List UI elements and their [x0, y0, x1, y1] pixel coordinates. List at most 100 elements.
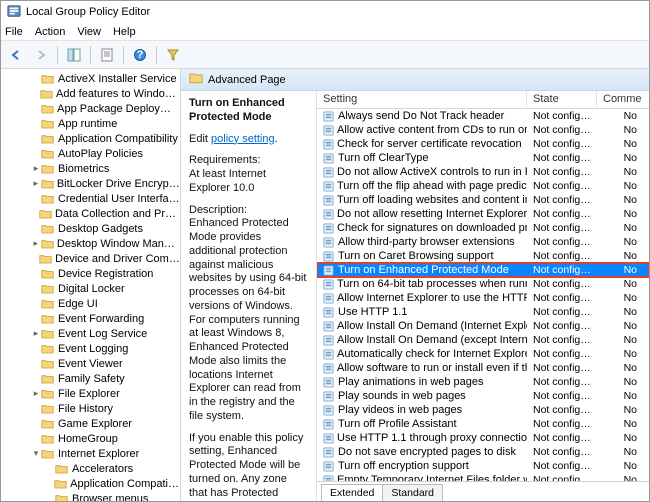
- setting-row[interactable]: Turn off ClearTypeNot configuredNo: [317, 151, 649, 165]
- tree-item[interactable]: Data Collection and Preview Bui: [3, 206, 180, 221]
- tab-extended[interactable]: Extended: [321, 484, 383, 501]
- col-state[interactable]: State: [527, 91, 597, 108]
- folder-icon: [189, 72, 203, 87]
- tree-item-label: Event Logging: [58, 343, 128, 355]
- setting-row[interactable]: Check for signatures on downloaded progr…: [317, 221, 649, 235]
- twisty-icon[interactable]: ▸: [31, 328, 41, 339]
- filter-button[interactable]: [162, 44, 184, 66]
- tree-item[interactable]: Event Logging: [3, 341, 180, 356]
- setting-name: Automatically check for Internet Explore…: [337, 348, 527, 360]
- tree-item[interactable]: Event Forwarding: [3, 311, 180, 326]
- twisty-icon[interactable]: ▸: [31, 238, 41, 249]
- menu-view[interactable]: View: [77, 26, 101, 38]
- tree-item[interactable]: Add features to Windows 10: [3, 86, 180, 101]
- setting-row[interactable]: Do not save encrypted pages to diskNot c…: [317, 445, 649, 459]
- setting-icon: [323, 125, 334, 136]
- setting-row[interactable]: Allow Internet Explorer to use the HTTP2…: [317, 291, 649, 305]
- tree-item[interactable]: Device Registration: [3, 266, 180, 281]
- setting-row[interactable]: Automatically check for Internet Explore…: [317, 347, 649, 361]
- setting-row[interactable]: Allow software to run or install even if…: [317, 361, 649, 375]
- setting-comment: No: [597, 138, 649, 150]
- setting-icon: [323, 167, 334, 178]
- tree-item[interactable]: HomeGroup: [3, 431, 180, 446]
- folder-icon: [41, 133, 55, 145]
- setting-row[interactable]: Allow Install On Demand (Internet Explor…: [317, 319, 649, 333]
- setting-row[interactable]: Use HTTP 1.1 through proxy connectionsNo…: [317, 431, 649, 445]
- twisty-icon[interactable]: ▸: [31, 178, 41, 189]
- toggle-tree-button[interactable]: [63, 44, 85, 66]
- folder-icon: [41, 448, 55, 460]
- tree-item[interactable]: Game Explorer: [3, 416, 180, 431]
- setting-row[interactable]: Check for server certificate revocationN…: [317, 137, 649, 151]
- col-comment[interactable]: Comme: [597, 91, 649, 108]
- tree-item[interactable]: Application Compatibility: [3, 476, 180, 491]
- folder-icon: [41, 313, 55, 325]
- tree-item[interactable]: Edge UI: [3, 296, 180, 311]
- main-pane: Advanced Page Turn on Enhanced Protected…: [181, 69, 649, 501]
- setting-row[interactable]: Empty Temporary Internet Files folder wh…: [317, 473, 649, 481]
- tree-item[interactable]: File History: [3, 401, 180, 416]
- tree-item-label: Add features to Windows 10: [56, 88, 180, 100]
- tree-item[interactable]: ▸BitLocker Drive Encryption: [3, 176, 180, 191]
- tree-item[interactable]: Family Safety: [3, 371, 180, 386]
- properties-button[interactable]: [96, 44, 118, 66]
- setting-row[interactable]: Turn off loading websites and content in…: [317, 193, 649, 207]
- setting-row[interactable]: Always send Do Not Track headerNot confi…: [317, 109, 649, 123]
- setting-name: Turn off ClearType: [338, 152, 429, 164]
- help-button[interactable]: ?: [129, 44, 151, 66]
- menu-file[interactable]: File: [5, 26, 23, 38]
- tree-item[interactable]: ▸Event Log Service: [3, 326, 180, 341]
- tree-item[interactable]: Accelerators: [3, 461, 180, 476]
- tree-item[interactable]: App runtime: [3, 116, 180, 131]
- tree-item[interactable]: Digital Locker: [3, 281, 180, 296]
- nav-tree[interactable]: ActiveX Installer Service Add features to…: [1, 69, 181, 501]
- setting-row[interactable]: Turn off Profile AssistantNot configured…: [317, 417, 649, 431]
- edit-policy-link[interactable]: policy setting: [211, 133, 275, 145]
- window-title: Local Group Policy Editor: [26, 6, 150, 18]
- tree-item[interactable]: ActiveX Installer Service: [3, 71, 180, 86]
- setting-icon: [323, 279, 334, 290]
- tree-item[interactable]: ▾Internet Explorer: [3, 446, 180, 461]
- setting-row[interactable]: Allow third-party browser extensionsNot …: [317, 235, 649, 249]
- tree-item[interactable]: ▸File Explorer: [3, 386, 180, 401]
- setting-row[interactable]: Play videos in web pagesNot configuredNo: [317, 403, 649, 417]
- tree-item[interactable]: App Package Deployment: [3, 101, 180, 116]
- tree-item[interactable]: Device and Driver Compatibility: [3, 251, 180, 266]
- col-setting[interactable]: Setting: [317, 91, 527, 108]
- back-button[interactable]: [5, 44, 27, 66]
- setting-row[interactable]: Turn on Caret Browsing supportNot config…: [317, 249, 649, 263]
- setting-row[interactable]: Turn on 64-bit tab processes when runnin…: [317, 277, 649, 291]
- twisty-icon[interactable]: ▸: [31, 163, 41, 174]
- setting-row[interactable]: Turn off the flip ahead with page predic…: [317, 179, 649, 193]
- twisty-icon[interactable]: ▸: [31, 388, 41, 399]
- tree-item[interactable]: Application Compatibility: [3, 131, 180, 146]
- forward-button[interactable]: [30, 44, 52, 66]
- setting-row[interactable]: Allow active content from CDs to run on …: [317, 123, 649, 137]
- tree-item[interactable]: Desktop Gadgets: [3, 221, 180, 236]
- setting-state: Not configured: [527, 320, 597, 332]
- setting-name: Turn off the flip ahead with page predic…: [337, 180, 527, 192]
- setting-comment: No: [597, 278, 649, 290]
- setting-row[interactable]: Turn on Enhanced Protected ModeNot confi…: [317, 263, 649, 277]
- list-rows[interactable]: Always send Do Not Track headerNot confi…: [317, 109, 649, 481]
- setting-row[interactable]: Do not allow resetting Internet Explorer…: [317, 207, 649, 221]
- setting-comment: No: [597, 152, 649, 164]
- tree-item[interactable]: Event Viewer: [3, 356, 180, 371]
- tree-item[interactable]: Credential User Interface: [3, 191, 180, 206]
- twisty-icon[interactable]: ▾: [31, 448, 41, 459]
- setting-row[interactable]: Do not allow ActiveX controls to run in …: [317, 165, 649, 179]
- tree-item-label: App Package Deployment: [57, 103, 180, 115]
- tree-item[interactable]: AutoPlay Policies: [3, 146, 180, 161]
- setting-row[interactable]: Turn off encryption supportNot configure…: [317, 459, 649, 473]
- menu-action[interactable]: Action: [35, 26, 66, 38]
- tree-item[interactable]: Browser menus: [3, 491, 180, 501]
- setting-row[interactable]: Play animations in web pagesNot configur…: [317, 375, 649, 389]
- tree-item[interactable]: ▸Biometrics: [3, 161, 180, 176]
- setting-row[interactable]: Play sounds in web pagesNot configuredNo: [317, 389, 649, 403]
- menu-help[interactable]: Help: [113, 26, 136, 38]
- setting-row[interactable]: Allow Install On Demand (except Internet…: [317, 333, 649, 347]
- tree-item-label: Browser menus: [72, 493, 148, 502]
- setting-row[interactable]: Use HTTP 1.1Not configuredNo: [317, 305, 649, 319]
- tree-item[interactable]: ▸Desktop Window Manager: [3, 236, 180, 251]
- tab-standard[interactable]: Standard: [382, 484, 443, 501]
